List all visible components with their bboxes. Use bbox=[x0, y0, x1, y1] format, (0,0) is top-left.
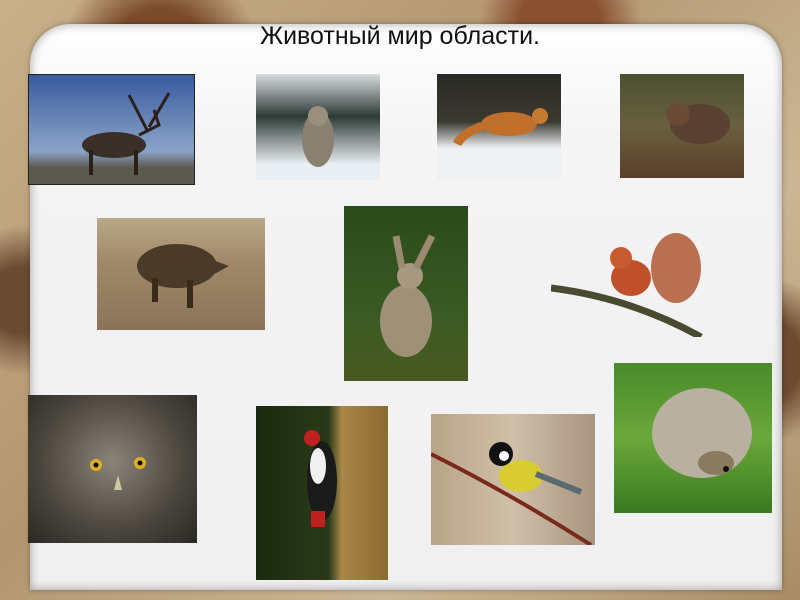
photo-hare bbox=[344, 206, 468, 381]
photo-hedgehog bbox=[614, 363, 772, 513]
slide-title: Животный мир области. bbox=[260, 22, 540, 50]
photo-reindeer bbox=[28, 74, 195, 185]
photo-owl bbox=[28, 395, 197, 543]
photo-fox bbox=[437, 74, 561, 180]
photo-squirrel bbox=[551, 218, 722, 337]
photo-great-tit bbox=[431, 414, 595, 545]
photo-wolf bbox=[256, 74, 380, 180]
photo-wild-boar bbox=[97, 218, 265, 330]
photo-bear bbox=[620, 74, 744, 178]
photo-woodpecker bbox=[256, 406, 388, 580]
